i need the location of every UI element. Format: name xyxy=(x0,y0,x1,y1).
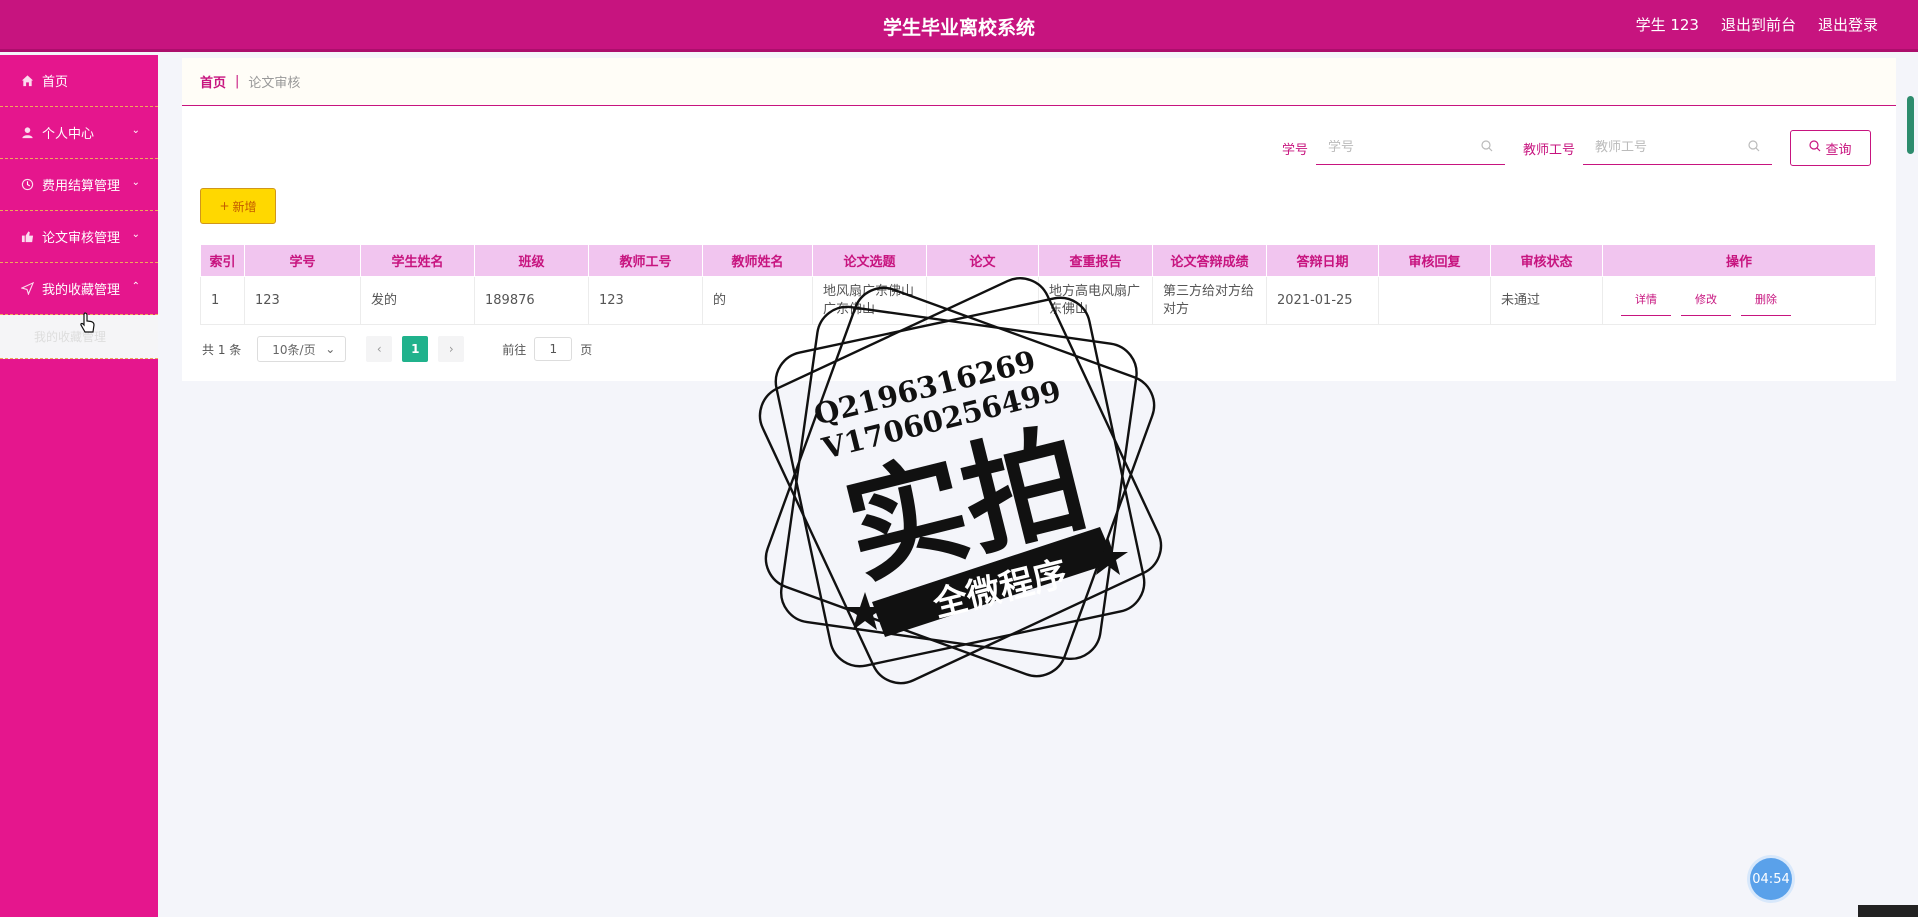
goto-page-input[interactable]: 1 xyxy=(534,337,573,361)
search-icon xyxy=(1748,139,1760,156)
sidebar-item-profile[interactable]: 个人中心 ⌄ xyxy=(0,107,158,159)
sidebar-item-label: 论文审核管理 xyxy=(42,231,121,246)
goto-prefix: 前往 xyxy=(502,342,527,357)
cell-class: 189876 xyxy=(474,276,589,325)
query-button[interactable]: 查询 xyxy=(1790,130,1871,166)
next-page-button[interactable]: › xyxy=(438,336,465,362)
sidebar: 首页 个人中心 ⌄ 费用结算管理 ⌄ 论文审核管理 ⌄ 我的收藏管理 ⌃ 我的收… xyxy=(0,55,158,917)
cell-student-name: 发的 xyxy=(360,276,475,325)
user-icon xyxy=(20,126,34,140)
back-to-front-link[interactable]: 退出到前台 xyxy=(1721,14,1796,35)
column-header: 索引 xyxy=(200,244,245,277)
prev-page-button[interactable]: ‹ xyxy=(366,336,393,362)
current-user: 学生 123 xyxy=(1635,16,1699,34)
goto-page: 前往 1 页 xyxy=(502,337,592,361)
cell-index: 1 xyxy=(200,276,245,325)
student-id-field xyxy=(1315,131,1505,165)
home-icon xyxy=(20,74,34,88)
thumb-icon xyxy=(20,230,34,244)
timer-badge[interactable]: 04:54 xyxy=(1750,858,1792,900)
chevron-down-icon: ⌄ xyxy=(325,342,336,356)
sidebar-item-thesis-review[interactable]: 论文审核管理 ⌄ xyxy=(0,211,158,263)
teacher-id-label: 教师工号 xyxy=(1522,142,1575,158)
chevron-down-icon: ⌄ xyxy=(131,177,140,188)
mouse-cursor-icon xyxy=(79,312,97,338)
query-button-label: 查询 xyxy=(1825,142,1852,158)
send-icon xyxy=(20,282,34,296)
delete-button[interactable]: 删除 xyxy=(1741,285,1791,316)
sidebar-item-favorites[interactable]: 我的收藏管理 ⌃ xyxy=(0,263,158,315)
add-button-label: 新增 xyxy=(232,199,257,214)
chevron-right-icon: › xyxy=(448,342,454,356)
corner-widget xyxy=(1858,905,1918,917)
add-button[interactable]: + 新增 xyxy=(200,188,276,224)
total-count: 共 1 条 xyxy=(202,342,242,357)
chevron-left-icon: ‹ xyxy=(376,342,382,356)
scrollbar-thumb[interactable] xyxy=(1907,96,1914,154)
watermark-stamp: Q2196316269 V17060256499 实拍 全微程序 xyxy=(758,277,1163,685)
column-header: 审核回复 xyxy=(1378,244,1491,277)
breadcrumb-current: 论文审核 xyxy=(248,76,301,91)
sidebar-item-label: 我的收藏管理 xyxy=(42,283,121,298)
logout-link[interactable]: 退出登录 xyxy=(1818,14,1878,35)
column-header: 学生姓名 xyxy=(360,244,475,277)
search-icon xyxy=(1481,139,1493,156)
top-bar: 学生毕业离校系统 学生 123 退出到前台 退出登录 xyxy=(0,0,1918,52)
column-header: 答辩日期 xyxy=(1266,244,1379,277)
student-id-input[interactable] xyxy=(1327,140,1468,155)
chevron-down-icon: ⌄ xyxy=(131,229,140,240)
search-icon xyxy=(1809,140,1821,156)
cell-operations: 详情 修改 删除 xyxy=(1602,276,1876,325)
teacher-id-field xyxy=(1583,131,1772,165)
chevron-up-icon: ⌃ xyxy=(131,281,140,292)
column-header: 班级 xyxy=(474,244,589,277)
column-header: 教师工号 xyxy=(588,244,703,277)
teacher-id-input[interactable] xyxy=(1595,140,1735,155)
pagination: 共 1 条 10条/页 ⌄ ‹ 1 › 前往 1 页 xyxy=(202,336,592,362)
app-title: 学生毕业离校系统 xyxy=(882,17,1035,39)
cell-reply xyxy=(1378,276,1491,325)
sidebar-item-label: 首页 xyxy=(42,75,69,90)
breadcrumb: 首页 | 论文审核 xyxy=(182,58,1896,106)
plus-icon: + xyxy=(219,199,230,213)
page-size-select[interactable]: 10条/页 ⌄ xyxy=(257,336,347,362)
sidebar-item-fees[interactable]: 费用结算管理 ⌄ xyxy=(0,159,158,211)
student-id-label: 学号 xyxy=(1281,142,1308,158)
page-size-value: 10条/页 xyxy=(272,342,316,357)
cell-student-id: 123 xyxy=(244,276,361,325)
page-number-current[interactable]: 1 xyxy=(402,336,429,362)
sidebar-item-home[interactable]: 首页 xyxy=(0,55,158,107)
detail-button[interactable]: 详情 xyxy=(1621,285,1671,316)
clock-icon xyxy=(20,178,34,192)
breadcrumb-home[interactable]: 首页 xyxy=(200,72,226,91)
cell-teacher-id: 123 xyxy=(588,276,703,325)
search-bar: 学号 教师工号 查询 xyxy=(1282,130,1871,166)
sidebar-item-label: 个人中心 xyxy=(42,127,95,142)
sidebar-item-label: 费用结算管理 xyxy=(42,179,121,194)
column-header: 审核状态 xyxy=(1490,244,1603,277)
breadcrumb-separator: | xyxy=(235,74,240,89)
chevron-down-icon: ⌄ xyxy=(131,125,140,136)
column-header: 学号 xyxy=(244,244,361,277)
cell-date: 2021-01-25 xyxy=(1266,276,1379,325)
column-header: 操作 xyxy=(1602,244,1876,277)
edit-button[interactable]: 修改 xyxy=(1681,285,1731,316)
cell-status: 未通过 xyxy=(1490,276,1603,325)
header-actions: 学生 123 退出到前台 退出登录 xyxy=(1636,14,1878,35)
goto-suffix: 页 xyxy=(580,342,593,357)
